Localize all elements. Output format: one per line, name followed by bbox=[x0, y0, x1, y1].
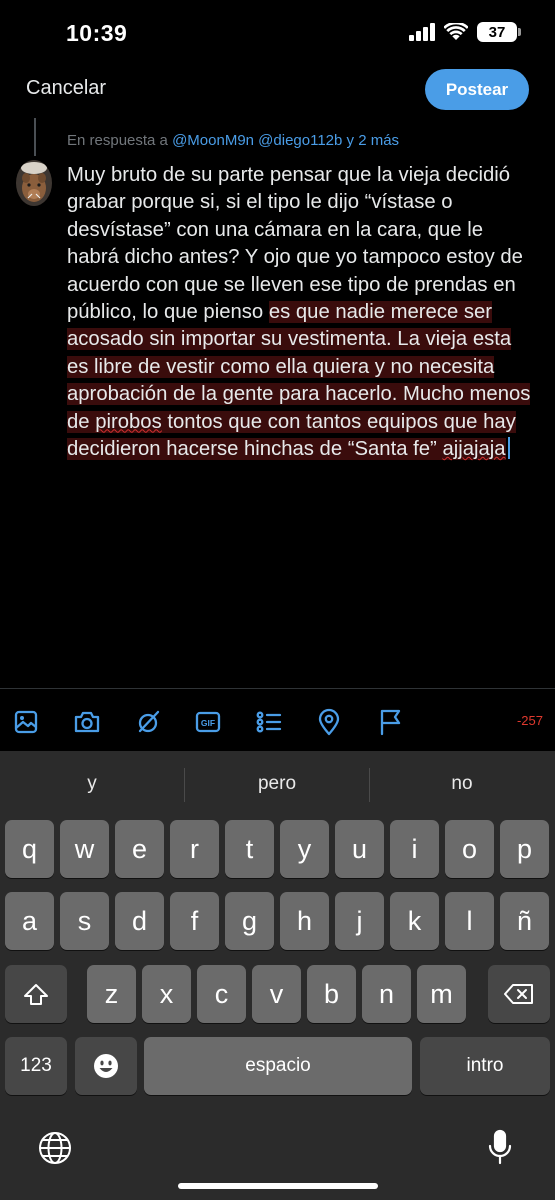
shift-key[interactable] bbox=[5, 965, 67, 1023]
key-k[interactable]: k bbox=[390, 892, 439, 950]
flag-icon[interactable] bbox=[376, 708, 404, 736]
key-m[interactable]: m bbox=[417, 965, 466, 1023]
key-r[interactable]: r bbox=[170, 820, 219, 878]
gif-icon[interactable]: GIF bbox=[194, 708, 222, 736]
emoji-icon bbox=[94, 1054, 118, 1078]
suggestion-item[interactable]: y bbox=[0, 773, 184, 795]
reply-more[interactable]: y 2 más bbox=[347, 132, 400, 149]
shift-icon bbox=[24, 984, 48, 1005]
key-v[interactable]: v bbox=[252, 965, 301, 1023]
reply-context[interactable]: En respuesta a @MoonM9n @diego112b y 2 m… bbox=[67, 132, 399, 149]
misspelled-word[interactable]: pirobos bbox=[95, 411, 162, 433]
compose-text: Muy bruto de su parte pensar que la viej… bbox=[67, 164, 523, 324]
camera-icon[interactable] bbox=[73, 708, 101, 736]
reply-mentions[interactable]: @MoonM9n @diego112b bbox=[172, 132, 342, 149]
key-h[interactable]: h bbox=[280, 892, 329, 950]
status-bar: 10:39 37 bbox=[0, 0, 555, 66]
key-b[interactable]: b bbox=[307, 965, 356, 1023]
key-c[interactable]: c bbox=[197, 965, 246, 1023]
location-icon[interactable] bbox=[315, 708, 343, 736]
post-button[interactable]: Postear bbox=[425, 69, 529, 110]
key-u[interactable]: u bbox=[335, 820, 384, 878]
microphone-icon[interactable] bbox=[482, 1127, 518, 1169]
over-limit-text: es que nadie merece ser acosado sin impo… bbox=[67, 301, 531, 461]
reply-prefix: En respuesta a bbox=[67, 132, 168, 149]
key-z[interactable]: z bbox=[87, 965, 136, 1023]
avatar[interactable] bbox=[16, 160, 52, 206]
key-j[interactable]: j bbox=[335, 892, 384, 950]
grok-icon[interactable] bbox=[134, 708, 162, 736]
signal-icon bbox=[409, 23, 435, 41]
svg-text:GIF: GIF bbox=[201, 718, 215, 728]
key-w[interactable]: w bbox=[60, 820, 109, 878]
key-n[interactable]: n bbox=[362, 965, 411, 1023]
compose-toolbar: GIF -257 bbox=[0, 700, 555, 744]
image-icon[interactable] bbox=[12, 708, 40, 736]
toolbar-divider bbox=[0, 688, 555, 689]
key-q[interactable]: q bbox=[5, 820, 54, 878]
key-t[interactable]: t bbox=[225, 820, 274, 878]
compose-header: Cancelar Postear bbox=[0, 66, 555, 114]
return-key[interactable]: intro bbox=[420, 1037, 550, 1095]
key-o[interactable]: o bbox=[445, 820, 494, 878]
home-indicator bbox=[178, 1183, 378, 1189]
misspelled-word[interactable]: ajjajaja bbox=[442, 438, 505, 460]
suggestion-bar: y pero no bbox=[0, 751, 555, 813]
battery-icon: 37 bbox=[477, 22, 521, 42]
battery-level: 37 bbox=[488, 23, 506, 41]
globe-icon[interactable] bbox=[36, 1129, 74, 1167]
key-a[interactable]: a bbox=[5, 892, 54, 950]
emoji-key[interactable] bbox=[75, 1037, 137, 1095]
thread-line bbox=[34, 118, 36, 156]
key-s[interactable]: s bbox=[60, 892, 109, 950]
backspace-icon bbox=[504, 984, 533, 1004]
compose-textarea[interactable]: Muy bruto de su parte pensar que la viej… bbox=[67, 162, 537, 463]
key-y[interactable]: y bbox=[280, 820, 329, 878]
wifi-icon bbox=[444, 23, 468, 40]
key-d[interactable]: d bbox=[115, 892, 164, 950]
key-x[interactable]: x bbox=[142, 965, 191, 1023]
key-e[interactable]: e bbox=[115, 820, 164, 878]
status-time: 10:39 bbox=[66, 20, 128, 46]
keyboard: y pero no q w e r t y u i o p a s d f g … bbox=[0, 751, 555, 1200]
text-caret bbox=[507, 437, 510, 460]
suggestion-item[interactable]: no bbox=[370, 773, 554, 795]
delete-key[interactable] bbox=[488, 965, 550, 1023]
key-n-tilde[interactable]: ñ bbox=[500, 892, 549, 950]
key-i[interactable]: i bbox=[390, 820, 439, 878]
status-icons: 37 bbox=[409, 22, 521, 42]
numbers-key[interactable]: 123 bbox=[5, 1037, 67, 1095]
cancel-button[interactable]: Cancelar bbox=[26, 77, 106, 100]
key-f[interactable]: f bbox=[170, 892, 219, 950]
key-l[interactable]: l bbox=[445, 892, 494, 950]
space-key[interactable]: espacio bbox=[144, 1037, 412, 1095]
suggestion-item[interactable]: pero bbox=[185, 773, 369, 795]
key-g[interactable]: g bbox=[225, 892, 274, 950]
character-count: -257 bbox=[516, 713, 543, 728]
key-p[interactable]: p bbox=[500, 820, 549, 878]
poll-icon[interactable] bbox=[255, 708, 283, 736]
